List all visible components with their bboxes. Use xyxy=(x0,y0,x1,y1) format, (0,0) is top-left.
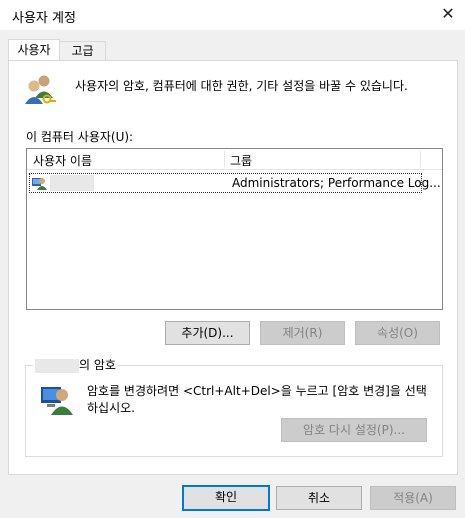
password-user-icon xyxy=(38,381,74,417)
user-properties-button[interactable]: 속성(O) xyxy=(355,321,440,345)
user-list[interactable]: 사용자 이름 그룹 Administrators; Performance Lo… xyxy=(26,148,443,310)
users-list-label: 이 컴퓨터 사용자(U): xyxy=(26,130,134,144)
password-group-title: 의 암호 xyxy=(33,356,118,373)
add-user-button[interactable]: 추가(D)... xyxy=(165,321,250,345)
table-row[interactable]: Administrators; Performance Log... xyxy=(29,173,441,193)
close-icon[interactable]: ✕ xyxy=(436,2,460,26)
users-icon xyxy=(22,72,58,108)
tab-users[interactable]: 사용자 xyxy=(8,39,60,62)
user-icon xyxy=(31,175,47,191)
redacted-username xyxy=(50,175,94,191)
list-header: 사용자 이름 그룹 xyxy=(27,149,442,170)
apply-button[interactable]: 적용(A) xyxy=(370,486,456,510)
ok-button[interactable]: 확인 xyxy=(182,485,270,511)
password-group-title-text: 의 암호 xyxy=(79,358,116,372)
tab-advanced[interactable]: 고급 xyxy=(59,41,106,61)
window-title: 사용자 계정 xyxy=(12,11,76,26)
cancel-button[interactable]: 취소 xyxy=(276,486,362,510)
column-header-username[interactable]: 사용자 이름 xyxy=(33,152,92,169)
tab-users-label: 사용자 xyxy=(17,43,51,57)
redacted-username-title xyxy=(35,358,79,373)
remove-user-button[interactable]: 제거(R) xyxy=(260,321,345,345)
password-instructions: 암호를 변경하려면 <Ctrl+Alt+Del>을 누르고 [암호 변경]을 선… xyxy=(87,384,427,415)
intro-text: 사용자의 암호, 컴퓨터에 대한 권한, 기타 설정을 바꿀 수 있습니다. xyxy=(75,79,408,93)
row-group-cell: Administrators; Performance Log... xyxy=(232,176,441,190)
column-header-group[interactable]: 그룹 xyxy=(230,152,252,169)
tab-advanced-label: 고급 xyxy=(71,44,94,58)
reset-password-button[interactable]: 암호 다시 설정(P)... xyxy=(281,418,427,442)
